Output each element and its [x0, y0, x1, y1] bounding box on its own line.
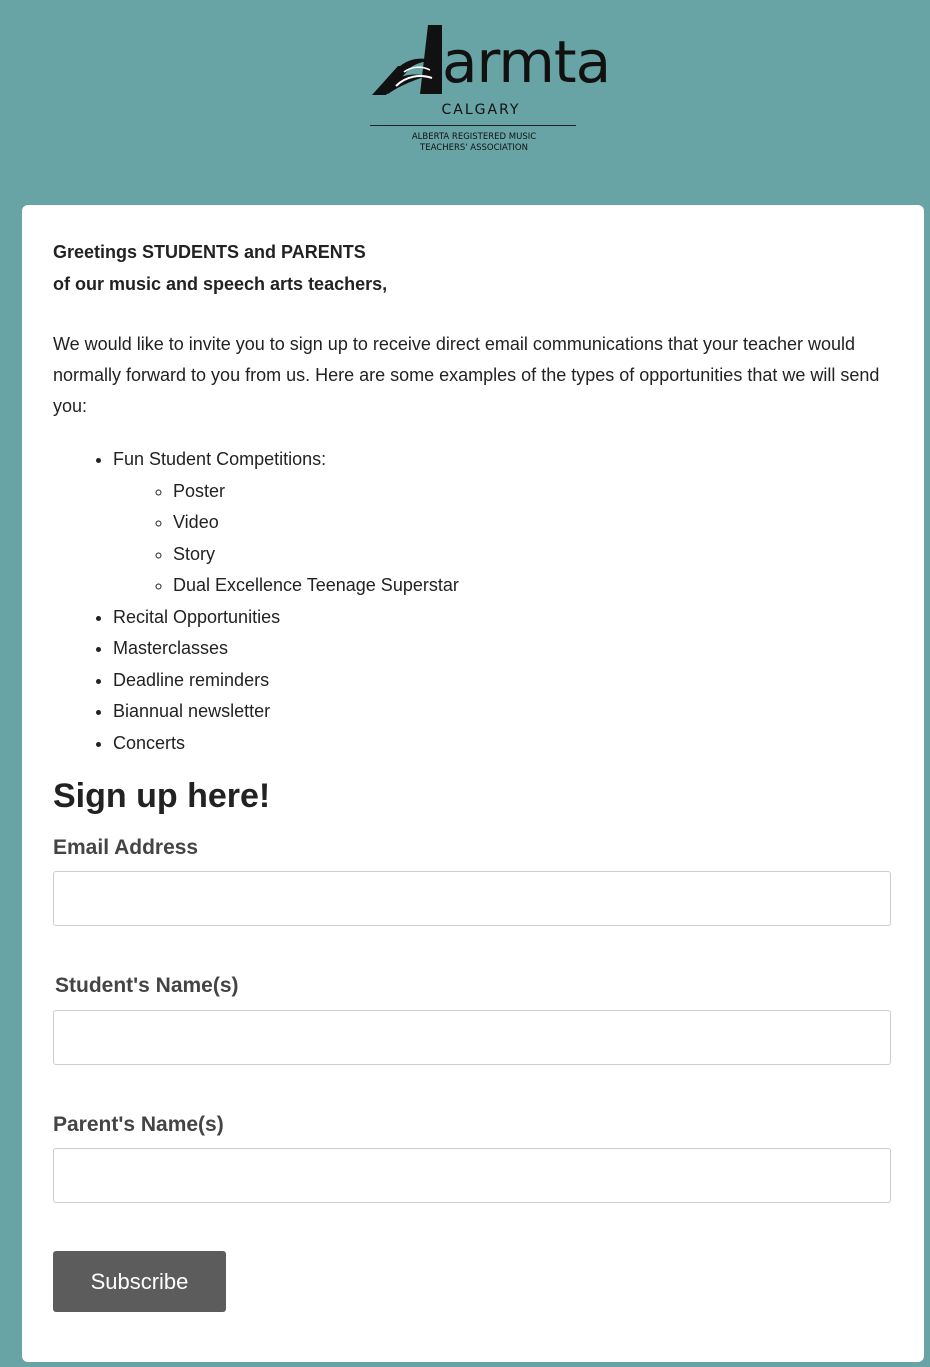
list-item: Masterclasses	[113, 633, 459, 665]
logo-association-line-2: TEACHERS' ASSOCIATION	[420, 143, 528, 153]
greeting-line-1: Greetings STUDENTS and PARENTS	[53, 242, 366, 262]
list-item: Video	[173, 507, 459, 539]
email-field[interactable]	[53, 871, 891, 926]
list-item: Biannual newsletter	[113, 696, 459, 728]
intro-paragraph: We would like to invite you to sign up t…	[53, 334, 880, 416]
header-band: armta CALGARY ALBERTA REGISTERED MUSIC T…	[0, 0, 930, 205]
competitions-sublist: Poster Video Story Dual Excellence Teena…	[113, 476, 459, 602]
student-name-label: Student's Name(s)	[55, 974, 239, 997]
parent-name-label: Parent's Name(s)	[53, 1113, 224, 1136]
signup-heading: Sign up here!	[53, 777, 271, 815]
list-item: Poster	[173, 476, 459, 508]
armta-calgary-logo: armta CALGARY ALBERTA REGISTERED MUSIC T…	[368, 20, 611, 166]
email-label: Email Address	[53, 836, 199, 859]
subscribe-button[interactable]: Subscribe	[53, 1251, 226, 1312]
list-item: Dual Excellence Teenage Superstar	[173, 570, 459, 602]
logo-city: CALGARY	[441, 102, 521, 118]
parent-name-field[interactable]	[53, 1148, 891, 1203]
logo-wordmark: armta	[442, 28, 611, 96]
logo-divider	[370, 125, 576, 126]
logo-association-line-1: ALBERTA REGISTERED MUSIC	[411, 132, 537, 142]
logo-association-name: ALBERTA REGISTERED MUSIC TEACHERS' ASSOC…	[368, 132, 580, 154]
student-name-field[interactable]	[53, 1010, 891, 1065]
opportunities-list: Fun Student Competitions: Poster Video S…	[53, 444, 459, 759]
list-item: Deadline reminders	[113, 665, 459, 697]
list-item: Concerts	[113, 728, 459, 760]
greeting-line-2: of our music and speech arts teachers,	[53, 274, 388, 294]
list-item-label: Fun Student Competitions:	[113, 449, 327, 469]
list-item: Recital Opportunities	[113, 602, 459, 634]
greeting: Greetings STUDENTS and PARENTS of our mu…	[53, 236, 387, 300]
list-item-competitions: Fun Student Competitions: Poster Video S…	[113, 444, 459, 602]
signup-card: Greetings STUDENTS and PARENTS of our mu…	[22, 205, 924, 1362]
list-item: Story	[173, 539, 459, 571]
